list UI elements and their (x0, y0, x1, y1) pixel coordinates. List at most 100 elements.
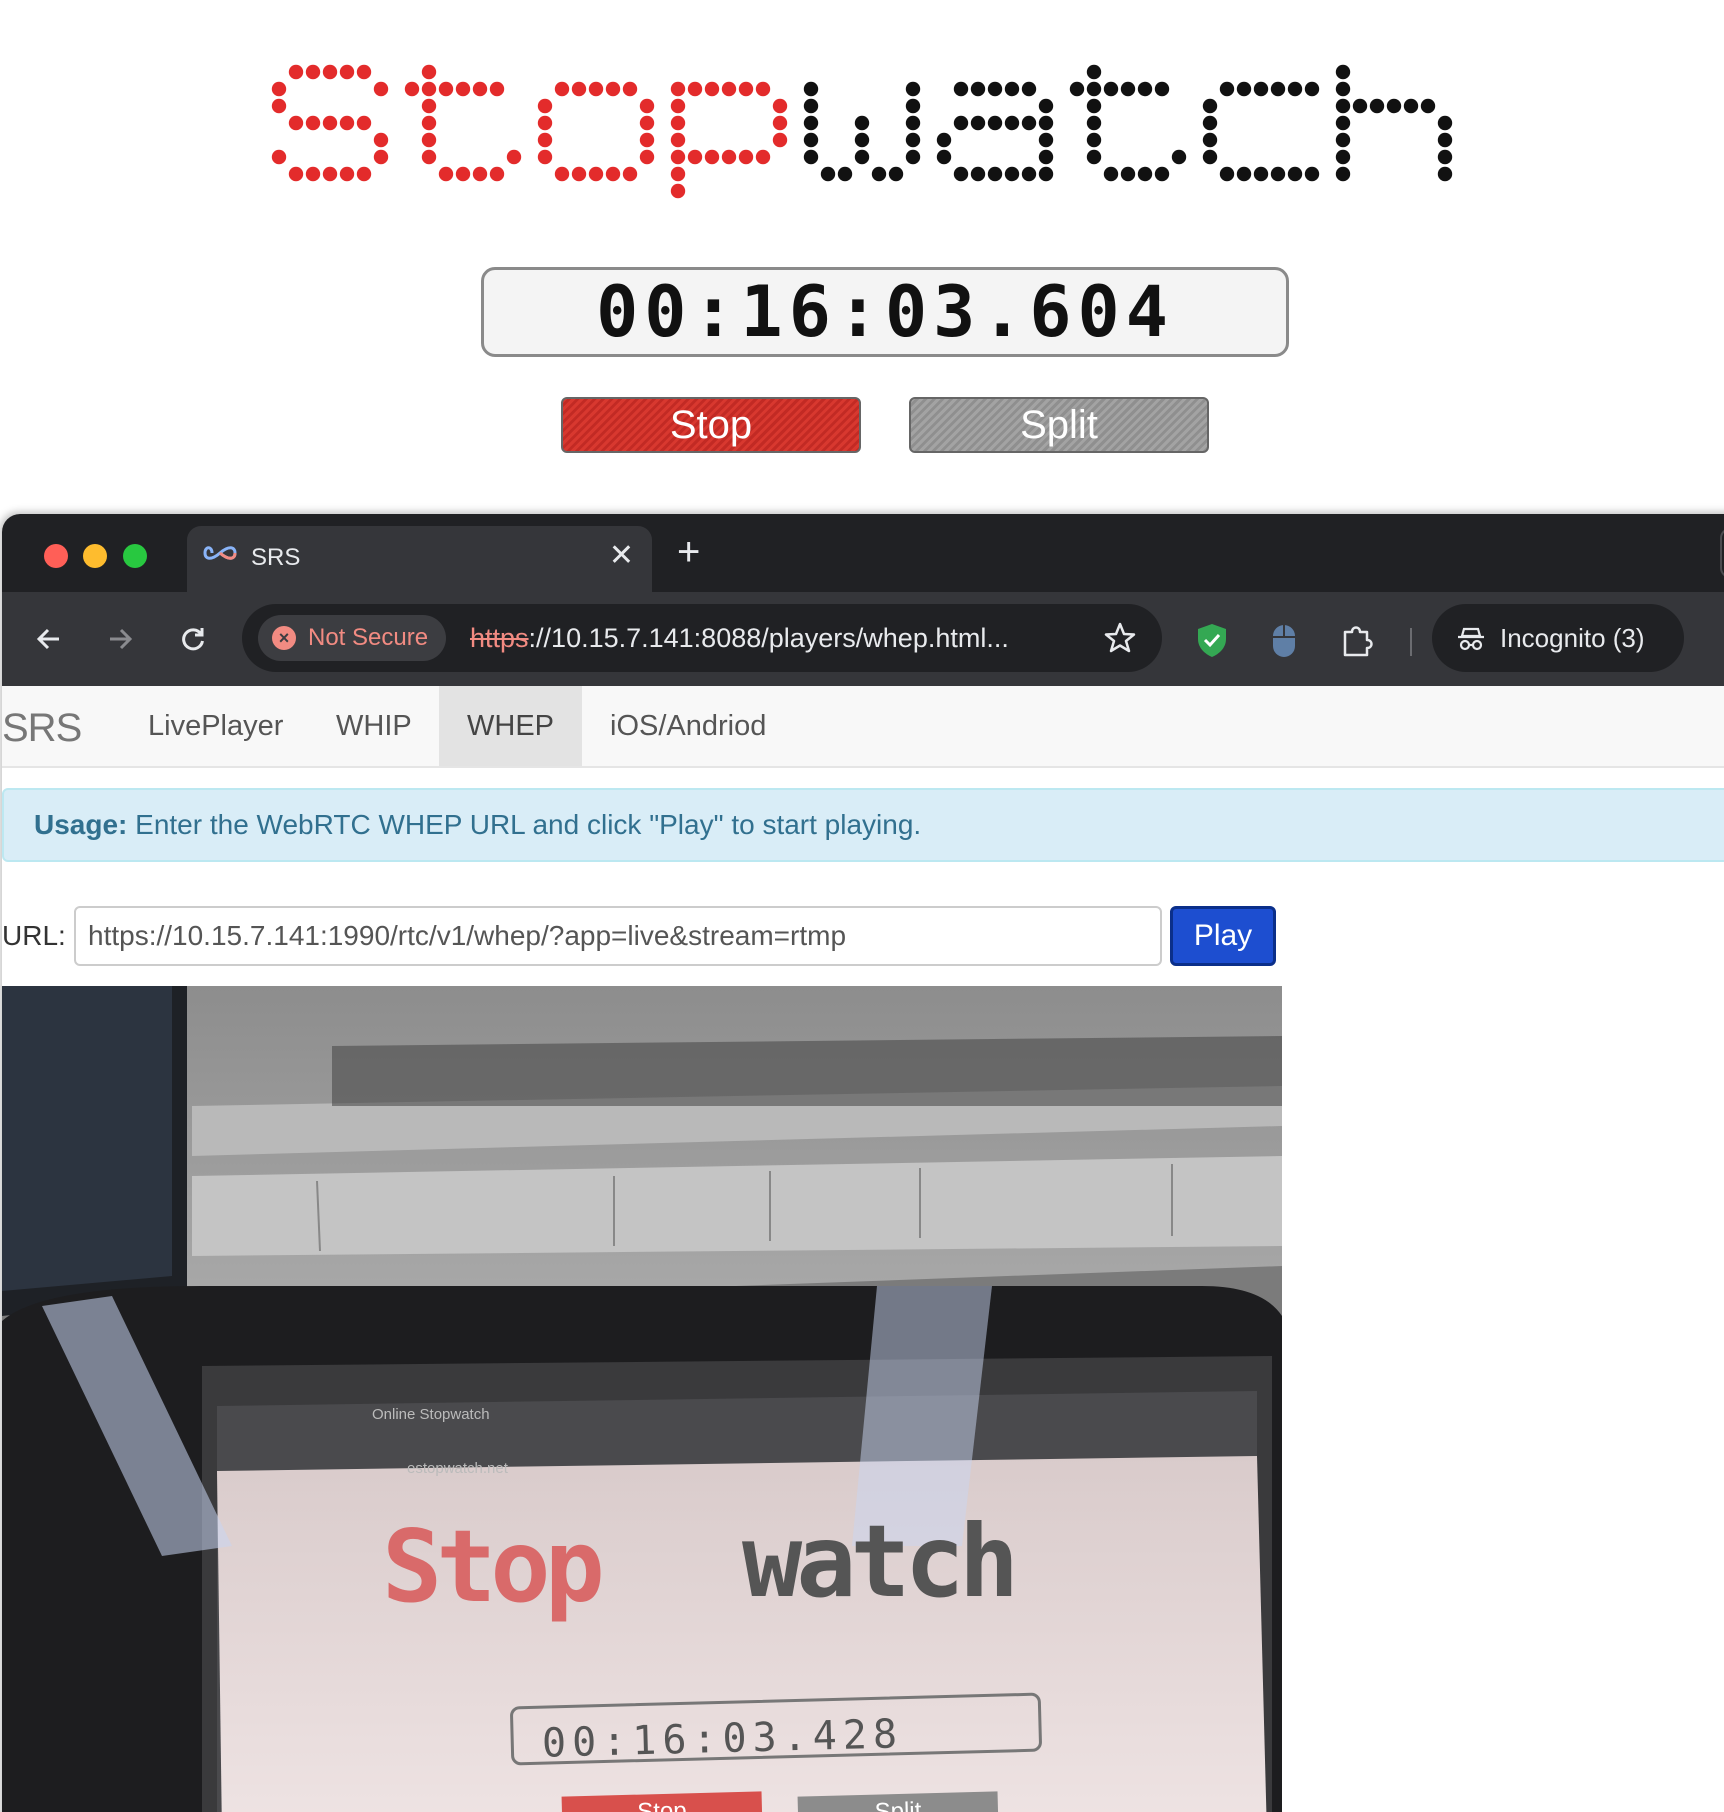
security-chip[interactable]: × Not Secure (258, 615, 447, 661)
page-content: SRS LivePlayer WHIP WHEP iOS/Andriod Usa… (2, 686, 1724, 1812)
stopwatch-display: 00:16:03.604 (481, 267, 1289, 357)
logo-dot (271, 149, 287, 165)
logo-dot (854, 132, 870, 148)
logo-dot (288, 166, 304, 182)
logo-dot (1335, 115, 1351, 131)
logo-dot (322, 115, 338, 131)
logo-dot (905, 149, 921, 165)
svg-text:Stop: Stop (382, 1508, 601, 1625)
logo-dot (1335, 149, 1351, 165)
back-arrow-icon[interactable] (26, 616, 72, 662)
url-text[interactable]: https://10.15.7.141:8088/players/whep.ht… (470, 623, 1009, 654)
logo-dot (1202, 149, 1218, 165)
browser-toolbar: × Not Secure https://10.15.7.141:8088/pl… (2, 592, 1724, 686)
nav-link-whep[interactable]: WHEP (439, 686, 582, 766)
close-icon[interactable]: ✕ (609, 538, 634, 574)
address-bar[interactable]: × Not Secure https://10.15.7.141:8088/pl… (242, 604, 1162, 672)
logo-dot (1335, 132, 1351, 148)
url-input[interactable] (74, 906, 1162, 966)
puzzle-icon[interactable] (1337, 620, 1377, 660)
logo-dot (537, 149, 553, 165)
logo-dot (772, 115, 788, 131)
video-stopwatch-time: 00:16:03.428 (541, 1711, 904, 1767)
logo-dot (605, 166, 621, 182)
logo-dot (1137, 166, 1153, 182)
minimize-window-button[interactable] (83, 544, 107, 568)
forward-arrow-icon[interactable] (97, 616, 143, 662)
video-player[interactable]: Stop watch Online Stopwatch estopwatch.n… (2, 986, 1282, 1812)
logo-dot (1253, 166, 1269, 182)
logo-dot (455, 166, 471, 182)
logo-dot (1253, 81, 1269, 97)
usage-text: Enter the WebRTC WHEP URL and click "Pla… (127, 809, 922, 840)
logo-dot (1004, 81, 1020, 97)
logo-dot (322, 166, 338, 182)
logo-dot (670, 98, 686, 114)
logo-dot (854, 115, 870, 131)
logo-dot (1120, 166, 1136, 182)
logo-dot (1219, 81, 1235, 97)
logo-dot (1038, 115, 1054, 131)
reload-icon[interactable] (170, 616, 216, 662)
logo-dot (373, 81, 389, 97)
stop-button[interactable]: Stop (561, 397, 861, 453)
logo-dot (1038, 132, 1054, 148)
logo-dot (373, 132, 389, 148)
browser-tab[interactable]: SRS ✕ (187, 526, 652, 592)
play-button[interactable]: Play (1170, 906, 1276, 966)
star-icon[interactable] (1102, 620, 1138, 656)
logo-dot (721, 149, 737, 165)
logo-dot (339, 166, 355, 182)
logo-dot (687, 81, 703, 97)
logo-dot (987, 81, 1003, 97)
logo-dot (970, 115, 986, 131)
logo-dot (288, 64, 304, 80)
logo-dot (953, 166, 969, 182)
logo-dot (1420, 98, 1436, 114)
logo-dot (1437, 166, 1453, 182)
brand[interactable]: SRS (2, 706, 82, 751)
logo-dot (605, 81, 621, 97)
logo-dot (1154, 81, 1170, 97)
logo-dot (421, 115, 437, 131)
security-label: Not Secure (308, 624, 429, 651)
nav-link-whip[interactable]: WHIP (308, 686, 440, 766)
logo-dot (820, 166, 836, 182)
logo-dot (1335, 98, 1351, 114)
logo-dot (1270, 81, 1286, 97)
logo-dot (1202, 115, 1218, 131)
url-label: URL: (2, 920, 66, 951)
logo-dot (738, 81, 754, 97)
logo-dot (987, 166, 1003, 182)
logo-dot (622, 166, 638, 182)
logo-dot (755, 81, 771, 97)
logo-dot (421, 149, 437, 165)
tab-search-button[interactable] (1720, 528, 1724, 578)
mouse-icon[interactable] (1264, 620, 1304, 660)
shield-check-icon[interactable] (1192, 620, 1232, 660)
logo-dot (537, 115, 553, 131)
zoom-window-button[interactable] (123, 544, 147, 568)
logo-dot (936, 149, 952, 165)
split-button[interactable]: Split (909, 397, 1209, 453)
logo-dot (1236, 81, 1252, 97)
logo-dot (271, 98, 287, 114)
logo-dot (803, 81, 819, 97)
tab-bar: SRS ✕ + (2, 514, 1724, 592)
plus-icon[interactable]: + (677, 530, 700, 574)
close-window-button[interactable] (44, 544, 68, 568)
logo-dot (1086, 64, 1102, 80)
logo-dot (1086, 149, 1102, 165)
tab-title: SRS (251, 544, 301, 571)
nav-link-liveplayer[interactable]: LivePlayer (120, 686, 311, 766)
nav-link-ios-android[interactable]: iOS/Andriod (582, 686, 794, 766)
logo-dot (339, 64, 355, 80)
url-scheme: https (470, 623, 529, 653)
logo-dot (936, 132, 952, 148)
logo-dot (772, 132, 788, 148)
logo-dot (554, 81, 570, 97)
logo-dot (953, 81, 969, 97)
browser-window: SRS ✕ + × Not Secure https://10.15.7.141… (2, 514, 1724, 1812)
incognito-button[interactable]: Incognito (3) (1432, 604, 1684, 672)
logo-dot (639, 132, 655, 148)
